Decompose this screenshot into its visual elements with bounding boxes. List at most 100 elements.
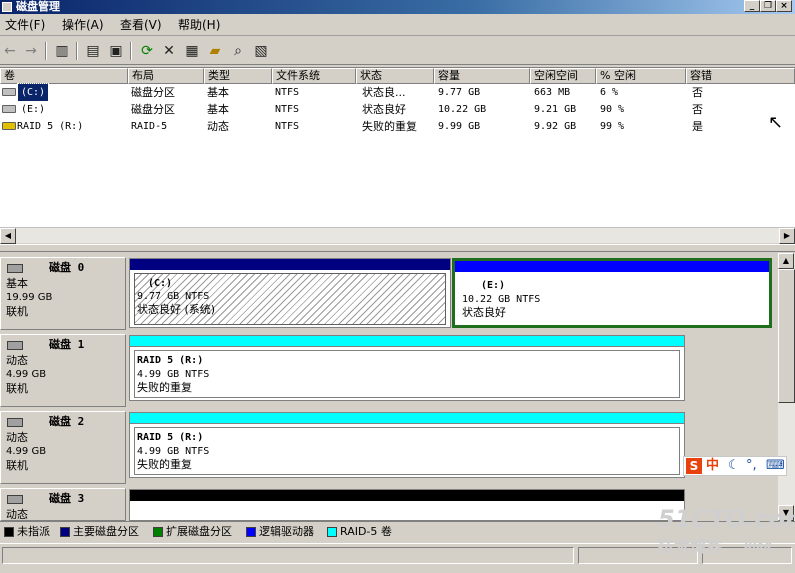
disk-state: 联机 <box>6 305 28 318</box>
partition-c[interactable]: (C:) 9.77 GB NTFS 状态良好 (系统) <box>129 258 451 328</box>
moon-icon[interactable]: ☾ <box>728 457 740 475</box>
partition-title: RAID 5 (R:) <box>137 355 204 366</box>
scroll-left-icon[interactable]: ◀ <box>0 228 16 244</box>
column-header-filesystem[interactable]: 文件系统 <box>272 68 356 84</box>
ime-language[interactable]: 中 <box>706 457 719 475</box>
partition-status: 状态良好 (系统) <box>137 303 216 316</box>
volume-percent-free: 99 % <box>600 121 625 132</box>
column-header-layout[interactable]: 布局 <box>128 68 204 84</box>
column-header-type[interactable]: 类型 <box>204 68 272 84</box>
ime-toolbar[interactable]: S 中 ☾ °, ⌨ <box>683 456 787 476</box>
punctuation-icon[interactable]: °, <box>746 457 757 475</box>
scroll-thumb[interactable] <box>778 269 795 403</box>
drive-icon <box>2 88 16 96</box>
open-icon[interactable]: ▦ <box>182 41 202 61</box>
table-row[interactable]: (C:) 磁盘分区 基本 NTFS 状态良... 9.77 GB 663 MB … <box>0 83 795 102</box>
explore-icon[interactable]: ▰ <box>205 41 225 61</box>
volume-status: 状态良好 <box>362 103 406 116</box>
sogou-logo-icon[interactable]: S <box>686 458 702 474</box>
disk-name: 磁盘 3 <box>49 492 85 505</box>
delete-icon[interactable]: ✕ <box>159 41 179 61</box>
disk-name: 磁盘 2 <box>49 415 85 428</box>
disk-0-label[interactable]: 磁盘 0 基本 19.99 GB 联机 <box>0 257 126 330</box>
export-icon[interactable]: ▧ <box>251 41 271 61</box>
table-row[interactable]: (E:) 磁盘分区 基本 NTFS 状态良好 10.22 GB 9.21 GB … <box>0 101 795 118</box>
column-header-capacity[interactable]: 容量 <box>434 68 530 84</box>
volume-type: 基本 <box>207 103 229 116</box>
partition-title: (E:) <box>481 280 506 291</box>
volume-capacity: 9.99 GB <box>438 121 481 132</box>
partition-size: 9.77 GB NTFS <box>137 291 210 302</box>
table-row[interactable]: RAID 5 (R:) RAID-5 动态 NTFS 失败的重复 9.99 GB… <box>0 118 795 135</box>
menu-action[interactable]: 操作(A) <box>62 18 104 33</box>
close-button[interactable]: × <box>776 0 792 12</box>
menu-bar: 文件(F) 操作(A) 查看(V) 帮助(H) <box>0 15 795 36</box>
toolbar: ← → ▥ ▤ ▣ ⟳ ✕ ▦ ▰ ⌕ ▧ <box>0 37 795 65</box>
partition-title: RAID 5 (R:) <box>137 432 204 443</box>
scroll-up-icon[interactable]: ▲ <box>778 253 794 269</box>
column-header-volume[interactable]: 卷 <box>0 68 128 84</box>
pane-splitter[interactable] <box>0 244 795 252</box>
volume-fault-tolerance: 是 <box>692 120 703 133</box>
volume-list: 卷 布局 类型 文件系统 状态 容量 空闲空间 % 空闲 容错 (C:) 磁盘分… <box>0 67 795 227</box>
disk-kind: 基本 <box>6 277 28 290</box>
column-header-fault-tolerance[interactable]: 容错 <box>686 68 795 84</box>
legend-label: 扩展磁盘分区 <box>166 525 232 538</box>
menu-file[interactable]: 文件(F) <box>5 18 45 33</box>
menu-help[interactable]: 帮助(H) <box>178 18 220 33</box>
restore-button[interactable]: ❐ <box>760 0 776 12</box>
disk-kind: 动态 <box>6 354 28 367</box>
drive-icon <box>2 105 16 113</box>
disk-kind: 动态 <box>6 508 28 521</box>
partition-e[interactable]: (E:) 10.22 GB NTFS 状态良好 <box>452 258 772 328</box>
volume-free-space: 663 MB <box>534 87 571 98</box>
toolbar-separator <box>76 42 78 60</box>
partition-raid5-disk1[interactable]: RAID 5 (R:) 4.99 GB NTFS 失败的重复 <box>129 335 685 401</box>
title-bar[interactable]: 磁盘管理 <box>0 0 795 14</box>
volume-name: (E:) <box>21 104 46 115</box>
keyboard-icon[interactable]: ⌨ <box>766 457 785 475</box>
properties-icon[interactable]: ▤ <box>83 41 103 61</box>
minimize-button[interactable]: _ <box>744 0 760 12</box>
disk-3-label[interactable]: 磁盘 3 动态 <box>0 488 126 521</box>
show-hide-tree-icon[interactable]: ▥ <box>52 41 72 61</box>
volume-fault-tolerance: 否 <box>692 103 703 116</box>
legend-swatch <box>4 527 14 537</box>
disk-icon <box>7 264 23 273</box>
legend-swatch <box>60 527 70 537</box>
disk-size: 4.99 GB <box>6 446 47 457</box>
partition-unallocated-disk3[interactable] <box>129 489 685 521</box>
volume-layout: RAID-5 <box>131 121 168 132</box>
primary-partition-bar <box>130 259 450 270</box>
warning-drive-icon <box>2 122 16 130</box>
disk-size: 4.99 GB <box>6 369 47 380</box>
refresh-icon[interactable]: ⟳ <box>137 41 157 61</box>
vertical-scrollbar[interactable]: ▲ ▼ <box>778 253 795 521</box>
legend-label: 逻辑驱动器 <box>259 525 314 538</box>
disk-state: 联机 <box>6 382 28 395</box>
column-header-status[interactable]: 状态 <box>356 68 434 84</box>
disk-1-label[interactable]: 磁盘 1 动态 4.99 GB 联机 <box>0 334 126 407</box>
partition-raid5-disk2[interactable]: RAID 5 (R:) 4.99 GB NTFS 失败的重复 <box>129 412 685 478</box>
search-icon[interactable]: ⌕ <box>228 41 248 61</box>
horizontal-scrollbar[interactable]: ◀ ▶ <box>0 227 795 244</box>
partition-status: 状态良好 <box>462 306 506 319</box>
volume-filesystem: NTFS <box>275 104 300 115</box>
help-icon[interactable]: ▣ <box>106 41 126 61</box>
column-header-free-space[interactable]: 空闲空间 <box>530 68 596 84</box>
partition-size: 4.99 GB NTFS <box>137 446 210 457</box>
scroll-right-icon[interactable]: ▶ <box>779 228 795 244</box>
unallocated-bar <box>130 490 684 501</box>
volume-free-space: 9.92 GB <box>534 121 577 132</box>
disk-2-label[interactable]: 磁盘 2 动态 4.99 GB 联机 <box>0 411 126 484</box>
disk-name: 磁盘 0 <box>49 261 85 274</box>
forward-arrow-icon[interactable]: → <box>21 41 41 61</box>
toolbar-separator <box>45 42 47 60</box>
back-arrow-icon[interactable]: ← <box>0 41 20 61</box>
disk-icon <box>7 341 23 350</box>
app-icon <box>2 2 12 12</box>
raid5-volume-bar <box>130 336 684 347</box>
menu-view[interactable]: 查看(V) <box>120 18 162 33</box>
column-header-percent-free[interactable]: % 空闲 <box>596 68 686 84</box>
disk-map: 磁盘 0 基本 19.99 GB 联机 (C:) 9.77 GB NTFS 状态… <box>0 253 778 521</box>
